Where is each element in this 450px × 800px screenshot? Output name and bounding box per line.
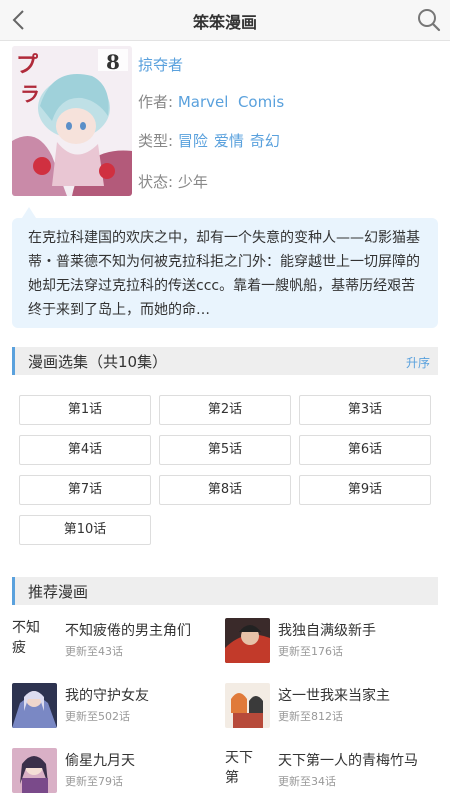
episode-button[interactable]: 第9话 xyxy=(299,475,431,505)
sort-order-toggle[interactable]: 升序 xyxy=(406,354,430,371)
episode-button[interactable]: 第2话 xyxy=(159,395,291,425)
recommend-update: 更新至176话 xyxy=(278,645,343,658)
episode-button[interactable]: 第4话 xyxy=(19,435,151,465)
genre-tag[interactable]: 奇幻 xyxy=(250,132,280,150)
genre-row: 类型: 冒险 爱情 奇幻 xyxy=(138,130,286,151)
recommend-item[interactable]: 我独自满级新手 更新至176话 xyxy=(225,618,440,668)
status-label: 状态: xyxy=(138,173,174,191)
broken-image-icon: 不知疲 xyxy=(12,618,57,663)
cover-alt-text: 不知疲 xyxy=(12,620,40,656)
episodes-title: 漫画选集（共10集） xyxy=(28,353,168,371)
author-label: 作者: xyxy=(138,93,174,111)
author-link[interactable]: Marvel Comis xyxy=(178,93,284,111)
cover-volume-number: 8 xyxy=(106,50,120,74)
recommend-name: 我的守护女友 xyxy=(65,688,149,704)
recommend-cover xyxy=(12,748,57,793)
status-value: 少年 xyxy=(177,173,208,191)
search-icon[interactable] xyxy=(416,7,442,33)
recommend-item[interactable]: 偷星九月天 更新至79话 xyxy=(12,748,227,798)
cover-alt-text: 天下第 xyxy=(225,750,253,786)
recommend-update: 更新至43话 xyxy=(65,645,123,658)
recommend-item[interactable]: 这一世我来当家主 更新至812话 xyxy=(225,683,440,733)
episodes-header: 漫画选集（共10集） 升序 xyxy=(12,347,438,375)
episode-button[interactable]: 第5话 xyxy=(159,435,291,465)
recommend-item[interactable]: 不知疲 不知疲倦的男主角们 更新至43话 xyxy=(12,618,227,668)
recommend-header: 推荐漫画 xyxy=(12,577,438,605)
recommend-update: 更新至502话 xyxy=(65,710,130,723)
manga-title: 掠夺者 xyxy=(138,56,184,74)
author-row: 作者: Marvel Comis xyxy=(138,91,284,112)
svg-text:プ: プ xyxy=(16,52,39,78)
recommend-name: 天下第一人的青梅竹马 xyxy=(278,753,418,769)
recommend-name: 我独自满级新手 xyxy=(278,623,376,639)
manga-cover: プ ラ 8 xyxy=(12,46,132,196)
description-text: 在克拉科建国的欢庆之中，却有一个失意的变种人——幻影猫基蒂・普莱德不知为何被克拉… xyxy=(28,230,420,318)
recommend-update: 更新至34话 xyxy=(278,775,336,788)
recommend-cover xyxy=(12,683,57,728)
episode-button[interactable]: 第3话 xyxy=(299,395,431,425)
episode-button[interactable]: 第8话 xyxy=(159,475,291,505)
episode-button[interactable]: 第1话 xyxy=(19,395,151,425)
broken-image-icon: 天下第 xyxy=(225,748,270,793)
recommend-name: 偷星九月天 xyxy=(65,753,135,769)
recommend-cover xyxy=(225,683,270,728)
description-box[interactable]: 在克拉科建国的欢庆之中，却有一个失意的变种人——幻影猫基蒂・普莱德不知为何被克拉… xyxy=(12,218,438,328)
recommend-item[interactable]: 我的守护女友 更新至502话 xyxy=(12,683,227,733)
genre-label: 类型: xyxy=(138,132,174,150)
recommend-update: 更新至79话 xyxy=(65,775,123,788)
episode-button[interactable]: 第7话 xyxy=(19,475,151,505)
svg-text:ラ: ラ xyxy=(20,82,40,106)
recommend-name: 不知疲倦的男主角们 xyxy=(65,623,191,639)
page-title: 笨笨漫画 xyxy=(192,13,257,32)
recommend-title: 推荐漫画 xyxy=(28,583,89,601)
recommend-item[interactable]: 天下第 天下第一人的青梅竹马 更新至34话 xyxy=(225,748,440,798)
recommend-update: 更新至812话 xyxy=(278,710,343,723)
episode-button[interactable]: 第10话 xyxy=(19,515,151,545)
top-bar: 笨笨漫画 xyxy=(0,0,450,41)
genre-tag[interactable]: 冒险 xyxy=(178,132,208,150)
episode-button[interactable]: 第6话 xyxy=(299,435,431,465)
status-row: 状态: 少年 xyxy=(138,171,208,192)
recommend-cover xyxy=(225,618,270,663)
genre-tag[interactable]: 爱情 xyxy=(214,132,244,150)
recommend-name: 这一世我来当家主 xyxy=(278,688,390,704)
description-pointer xyxy=(22,207,36,218)
